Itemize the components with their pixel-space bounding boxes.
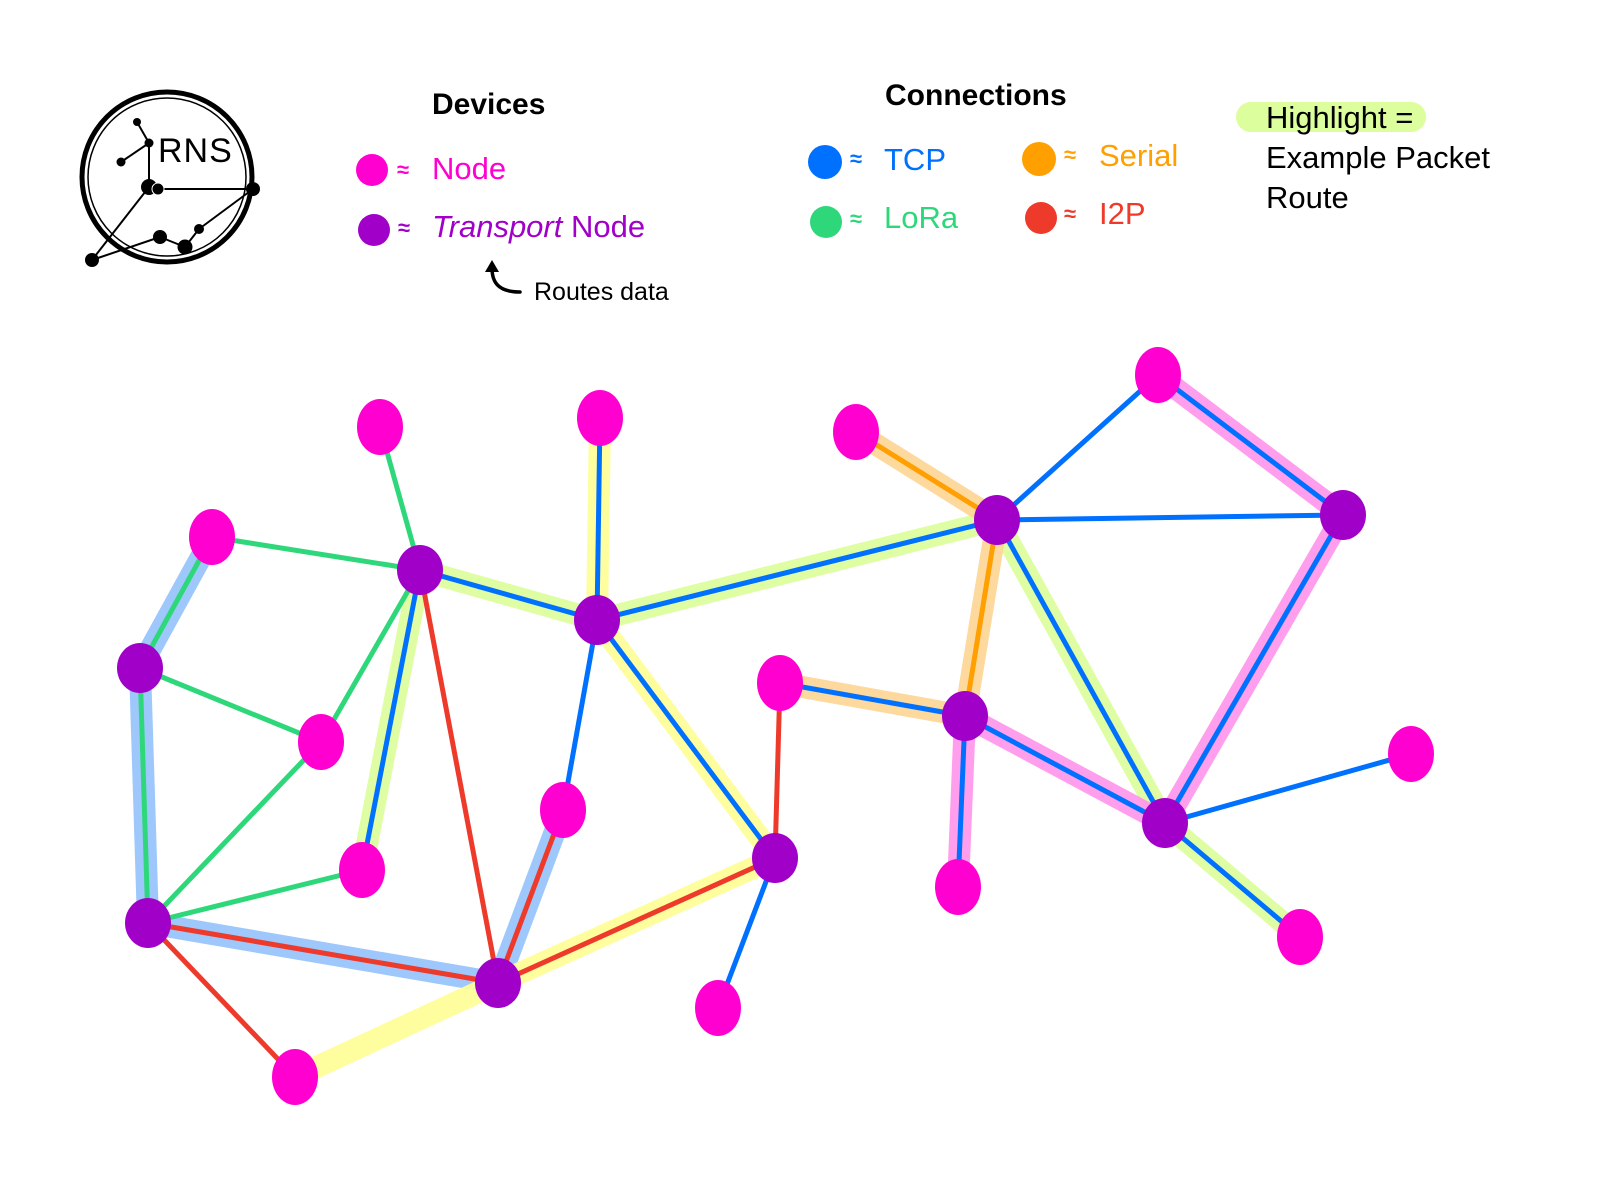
serial-connection-T3-T6 (962, 519, 1000, 717)
transport-node-T7 (752, 833, 798, 883)
node-N1 (357, 399, 403, 455)
node-N3 (189, 509, 235, 565)
transport-node-T6 (942, 691, 988, 741)
tcp-connection-T1-T2 (419, 567, 598, 623)
transport-node-T2 (574, 595, 620, 645)
node-N6 (298, 714, 344, 770)
tcp-connection-T1-N10 (359, 569, 423, 871)
network-graph (117, 347, 1434, 1105)
node-N9 (1388, 726, 1434, 782)
i2p-connection-T1-T10 (417, 569, 501, 984)
tcp-connection-N2-T2 (594, 417, 603, 621)
transport-node-T5 (117, 643, 163, 693)
lora-connection-T5-N6 (139, 665, 322, 745)
lora-connection-T9-N10 (147, 867, 363, 926)
node-N2 (577, 390, 623, 446)
tcp-connection-T2-N8 (560, 619, 600, 811)
node-N12 (1277, 909, 1323, 965)
node-N14 (272, 1049, 318, 1105)
tcp-connection-T3-N5 (995, 373, 1160, 522)
tcp-connection-T8-N12 (1163, 821, 1302, 939)
transport-node-T3 (974, 495, 1020, 545)
lora-connection-T9-N6 (146, 740, 323, 925)
i2p-connection-T9-T10 (147, 920, 499, 986)
tcp-connection-T2-T3 (596, 517, 998, 623)
node-N7 (757, 655, 803, 711)
lora-connection-N3-T1 (211, 534, 421, 573)
route-highlight-N14-T10 (290, 973, 503, 1087)
transport-node-T4 (1320, 490, 1366, 540)
node-N10 (339, 842, 385, 898)
node-N13 (695, 980, 741, 1036)
transport-node-T9 (125, 898, 171, 948)
device-layer (117, 347, 1434, 1105)
transport-node-T10 (475, 958, 521, 1008)
tcp-connection-T2-T7 (594, 618, 778, 860)
tcp-connection-N7-T6 (779, 680, 966, 719)
transport-node-T8 (1142, 798, 1188, 848)
serial-connection-N4-T3 (854, 429, 999, 523)
node-N5 (1135, 347, 1181, 403)
node-N11 (935, 859, 981, 915)
tcp-connection-T4-T8 (1162, 513, 1346, 825)
node-N4 (833, 404, 879, 460)
node-N8 (540, 782, 586, 838)
tcp-connection-N5-T4 (1156, 373, 1345, 517)
tcp-connection-T3-T4 (996, 512, 1344, 523)
transport-node-T1 (397, 545, 443, 595)
